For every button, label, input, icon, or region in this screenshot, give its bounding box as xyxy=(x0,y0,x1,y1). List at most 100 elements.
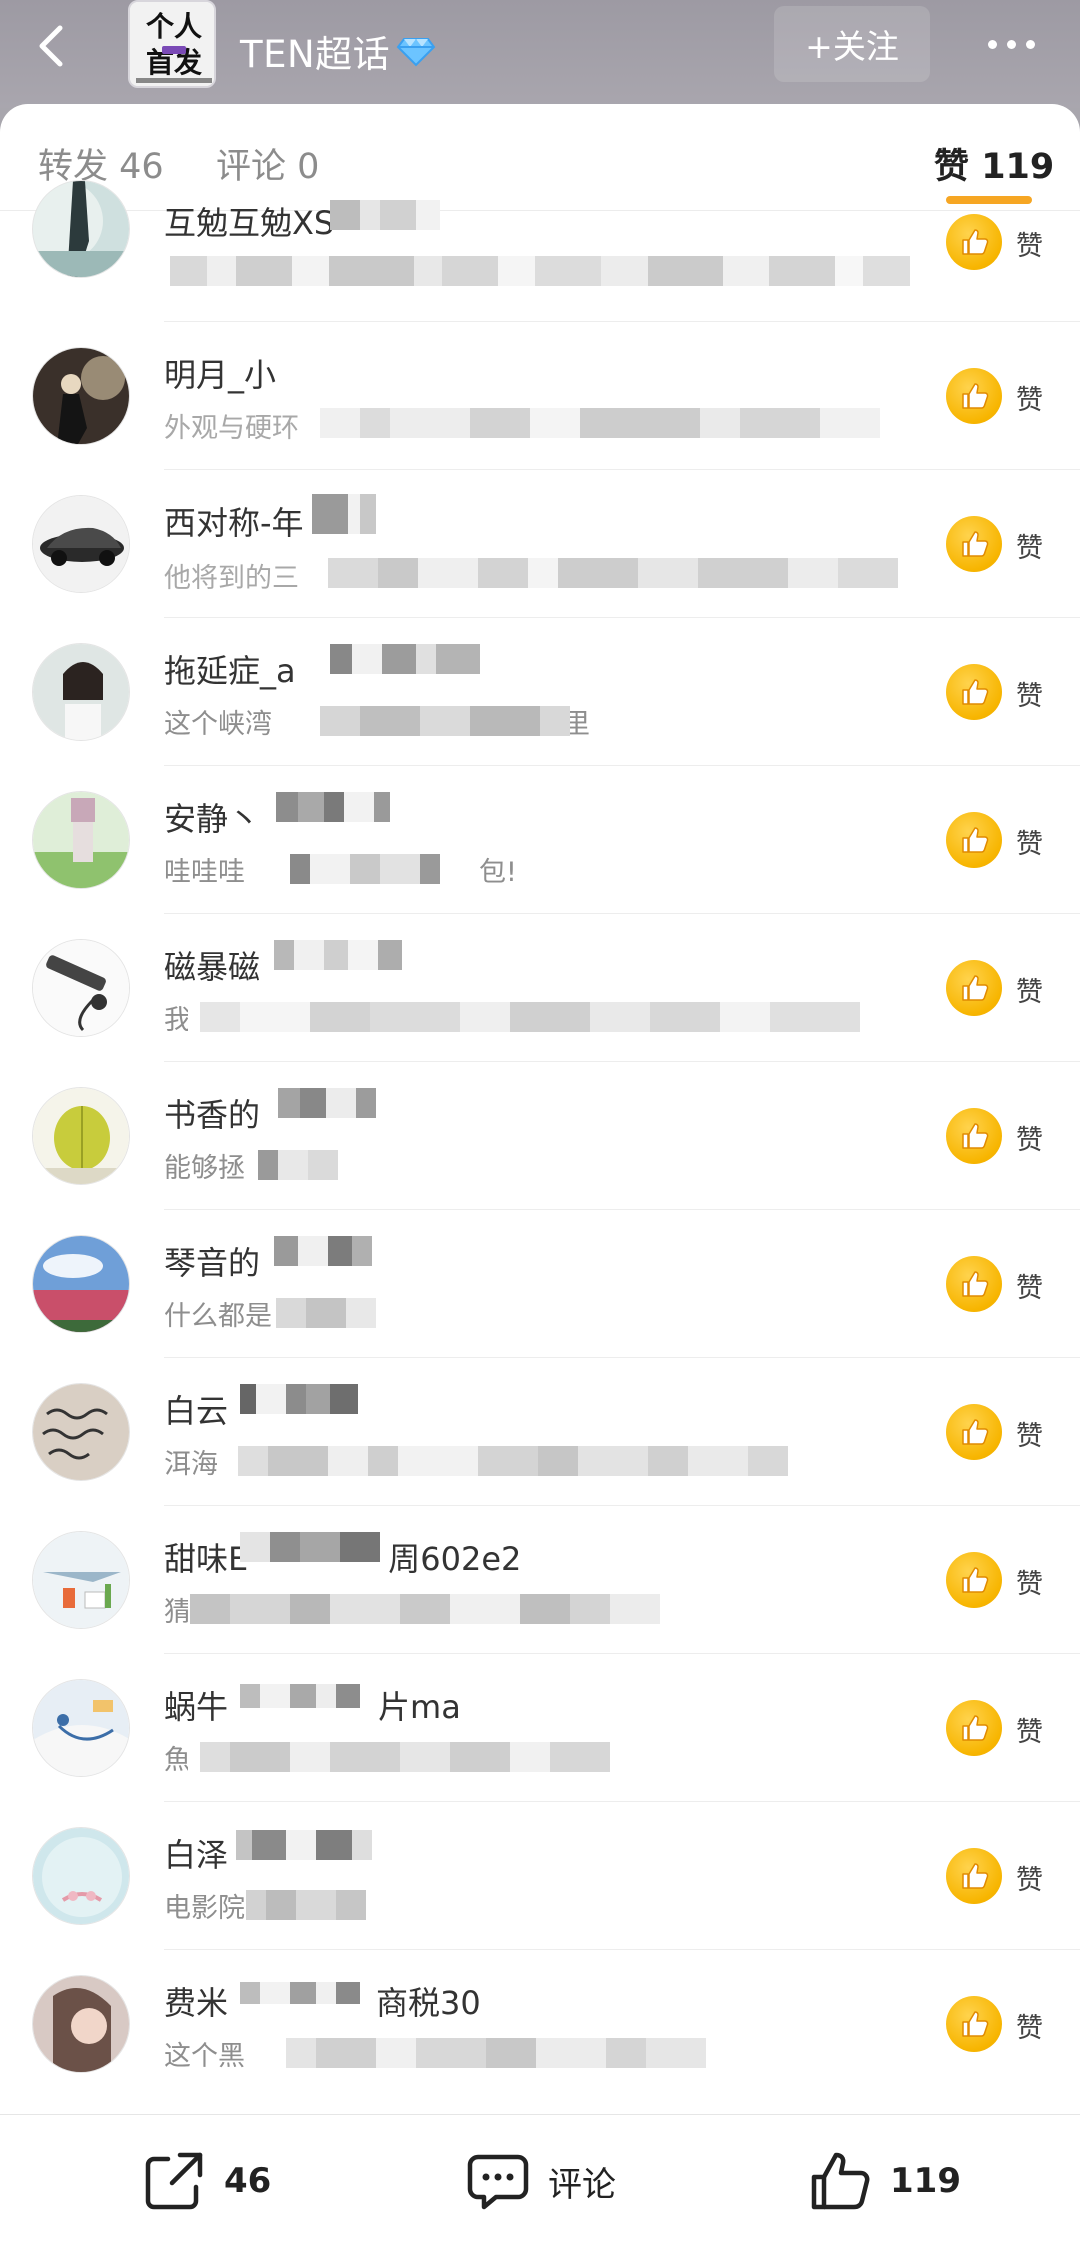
back-button[interactable] xyxy=(28,22,76,70)
avatar[interactable] xyxy=(32,1235,130,1333)
share-icon xyxy=(145,2152,203,2210)
avatar[interactable] xyxy=(32,1531,130,1629)
like-button[interactable] xyxy=(946,368,1002,424)
user-bio: 什么都是 xyxy=(164,1301,272,1332)
thumbs-up-icon xyxy=(962,383,989,409)
like-label[interactable]: 赞 xyxy=(1016,1710,1043,1749)
like-button[interactable] xyxy=(946,960,1002,1016)
blurred-text xyxy=(330,644,480,674)
like-row[interactable]: 明月_小 外观与硬环 赞 xyxy=(0,322,1080,470)
like-button[interactable] xyxy=(946,1700,1002,1756)
like-row[interactable]: 白云 洱海 赞 xyxy=(0,1358,1080,1506)
like-button[interactable] xyxy=(946,1848,1002,1904)
like-row[interactable]: 甜味E 周602e2 猜 赞 xyxy=(0,1506,1080,1654)
user-name[interactable]: 白云 xyxy=(164,1386,228,1432)
like-label[interactable]: 赞 xyxy=(1016,526,1043,565)
blurred-text xyxy=(274,1236,394,1266)
blurred-text xyxy=(330,200,440,230)
user-name[interactable]: 白泽 xyxy=(164,1830,228,1876)
like-row[interactable]: 费米 商税30 这个黑 赞 xyxy=(0,1950,1080,2098)
blurred-text xyxy=(240,1532,380,1562)
user-name[interactable]: 西对称-年 xyxy=(164,498,304,544)
like-button[interactable] xyxy=(946,812,1002,868)
blurred-text xyxy=(320,706,570,736)
repost-button[interactable]: 46 xyxy=(140,2145,271,2217)
avatar[interactable] xyxy=(32,1975,130,2073)
avatar[interactable] xyxy=(32,1679,130,1777)
more-icon[interactable] xyxy=(976,20,1046,68)
like-row[interactable]: 西对称-年 他将到的三 赞 xyxy=(0,470,1080,618)
group-title[interactable]: TEN超话 xyxy=(240,24,436,78)
avatar[interactable] xyxy=(32,1087,130,1185)
like-label[interactable]: 赞 xyxy=(1016,1562,1043,1601)
blurred-text xyxy=(238,1446,868,1476)
like-label[interactable]: 赞 xyxy=(1016,1266,1043,1305)
user-name[interactable]: 互勉互勉XS xyxy=(164,198,334,244)
like-label[interactable]: 赞 xyxy=(1016,378,1043,417)
like-label[interactable]: 赞 xyxy=(1016,674,1043,713)
avatar[interactable] xyxy=(32,939,130,1037)
like-row[interactable]: 琴音的 什么都是 赞 xyxy=(0,1210,1080,1358)
like-action-button[interactable]: 119 xyxy=(806,2145,961,2217)
like-label[interactable]: 赞 xyxy=(1016,1858,1043,1897)
like-button[interactable] xyxy=(946,1996,1002,2052)
like-row[interactable]: 互勉互勉XS 赞 xyxy=(0,174,1080,322)
bottom-action-bar: 46 评论 119 xyxy=(0,2114,1080,2252)
like-label[interactable]: 赞 xyxy=(1016,822,1043,861)
thumbs-up-icon xyxy=(962,531,989,557)
user-name[interactable]: 安静丶 xyxy=(164,794,260,840)
avatar[interactable] xyxy=(32,180,130,278)
avatar[interactable] xyxy=(32,643,130,741)
blurred-text xyxy=(200,1002,860,1032)
blurred-text xyxy=(170,256,910,286)
user-bio: 能够拯 xyxy=(164,1153,245,1184)
like-label[interactable]: 赞 xyxy=(1016,2006,1043,2045)
avatar[interactable] xyxy=(32,495,130,593)
user-name[interactable]: 明月_小 xyxy=(164,350,276,396)
repost-count: 46 xyxy=(224,2161,272,2201)
like-label[interactable]: 赞 xyxy=(1016,1118,1043,1157)
like-label[interactable]: 赞 xyxy=(1016,1414,1043,1453)
chevron-left-icon xyxy=(39,25,63,67)
user-name-head: 甜味E xyxy=(164,1540,249,1578)
avatar[interactable] xyxy=(32,1827,130,1925)
like-button[interactable] xyxy=(946,1256,1002,1312)
like-button[interactable] xyxy=(946,214,1002,270)
comment-button[interactable]: 评论 xyxy=(464,2145,616,2217)
avatar[interactable] xyxy=(32,347,130,445)
avatar[interactable] xyxy=(32,791,130,889)
group-logo-icon: 个人 首发 xyxy=(130,2,214,86)
comment-label: 评论 xyxy=(548,2164,616,2205)
like-button[interactable] xyxy=(946,516,1002,572)
user-name[interactable]: 拖延症_a xyxy=(164,646,296,692)
user-name[interactable]: 书香的 xyxy=(164,1090,260,1136)
like-label[interactable]: 赞 xyxy=(1016,970,1043,1009)
like-row[interactable]: 书香的 能够拯 赞 xyxy=(0,1062,1080,1210)
user-bio-head: 哇哇哇 xyxy=(164,857,245,888)
user-name[interactable]: 磁暴磁 xyxy=(164,942,260,988)
like-button[interactable] xyxy=(946,1552,1002,1608)
like-row[interactable]: 磁暴磁 我 赞 xyxy=(0,914,1080,1062)
user-bio: 电影院 xyxy=(164,1893,245,1924)
follow-button[interactable]: +关注 xyxy=(774,6,930,82)
avatar[interactable] xyxy=(32,1383,130,1481)
like-row[interactable]: 拖延症_a 这个峡湾公里 赞 xyxy=(0,618,1080,766)
user-name[interactable]: 琴音的 xyxy=(164,1238,260,1284)
user-name-head: 费米 xyxy=(164,1984,229,2022)
like-button[interactable] xyxy=(946,1404,1002,1460)
blurred-text xyxy=(274,940,414,970)
diamond-icon xyxy=(396,35,436,67)
like-row[interactable]: 白泽 电影院 赞 xyxy=(0,1802,1080,1950)
user-bio-head: 这个峡湾 xyxy=(164,709,272,740)
group-avatar[interactable]: 个人 首发 xyxy=(128,0,216,88)
like-button[interactable] xyxy=(946,1108,1002,1164)
like-button[interactable] xyxy=(946,664,1002,720)
user-bio: 魚 xyxy=(164,1745,188,1776)
like-label[interactable]: 赞 xyxy=(1016,224,1043,263)
blurred-text xyxy=(240,1684,380,1708)
blurred-text xyxy=(236,1830,386,1860)
blurred-text xyxy=(240,1384,380,1414)
like-row[interactable]: 蜗牛 片ma 魚 赞 xyxy=(0,1654,1080,1802)
like-row[interactable]: 安静丶 哇哇哇 包! 赞 xyxy=(0,766,1080,914)
thumbs-up-outline-icon xyxy=(811,2152,870,2210)
